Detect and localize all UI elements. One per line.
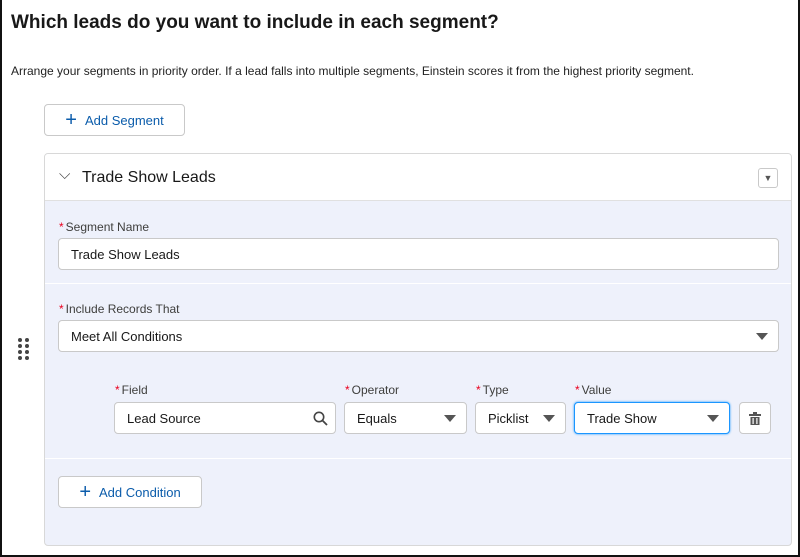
search-icon xyxy=(313,411,328,426)
segment-name-label: * Segment Name xyxy=(59,220,150,234)
plus-icon: + xyxy=(65,109,77,131)
drag-handle-icon[interactable] xyxy=(18,338,29,360)
field-input[interactable]: Lead Source xyxy=(114,402,336,434)
add-segment-label: Add Segment xyxy=(84,112,164,128)
page-title: Which leads do you want to include in ea… xyxy=(11,12,499,33)
field-label: * Field xyxy=(115,383,148,397)
plus-icon: + xyxy=(79,481,91,503)
chevron-down-icon[interactable]: ⌵ xyxy=(59,166,70,183)
delete-condition-button[interactable] xyxy=(739,402,771,434)
dropdown-caret-icon xyxy=(543,415,555,422)
operator-label: * Operator xyxy=(345,383,400,397)
dropdown-caret-icon xyxy=(707,415,719,422)
add-condition-button[interactable]: + Add Condition xyxy=(58,476,202,508)
operator-select[interactable]: Equals xyxy=(344,402,467,434)
add-segment-button[interactable]: + Add Segment xyxy=(44,104,185,136)
dropdown-caret-icon xyxy=(756,333,768,340)
add-condition-label: Add Condition xyxy=(99,484,181,500)
segment-header[interactable]: ⌵ Trade Show Leads ▼ xyxy=(45,154,791,201)
dropdown-caret-icon xyxy=(444,415,456,422)
divider xyxy=(45,458,791,459)
type-label: * Type xyxy=(476,383,509,397)
include-records-select[interactable]: Meet All Conditions xyxy=(58,320,779,352)
value-label: * Value xyxy=(575,383,612,397)
segment-name-input[interactable]: Trade Show Leads xyxy=(58,238,779,270)
include-records-label: * Include Records That xyxy=(59,302,180,316)
segment-menu-button[interactable]: ▼ xyxy=(758,168,778,188)
page-subtitle: Arrange your segments in priority order.… xyxy=(11,64,694,78)
type-select[interactable]: Picklist xyxy=(475,402,566,434)
segment-card: ⌵ Trade Show Leads ▼ * Segment Name Trade… xyxy=(44,153,792,546)
segment-title: Trade Show Leads xyxy=(82,169,216,186)
trash-icon xyxy=(749,411,761,425)
divider xyxy=(45,283,791,284)
value-select[interactable]: Trade Show xyxy=(574,402,730,434)
